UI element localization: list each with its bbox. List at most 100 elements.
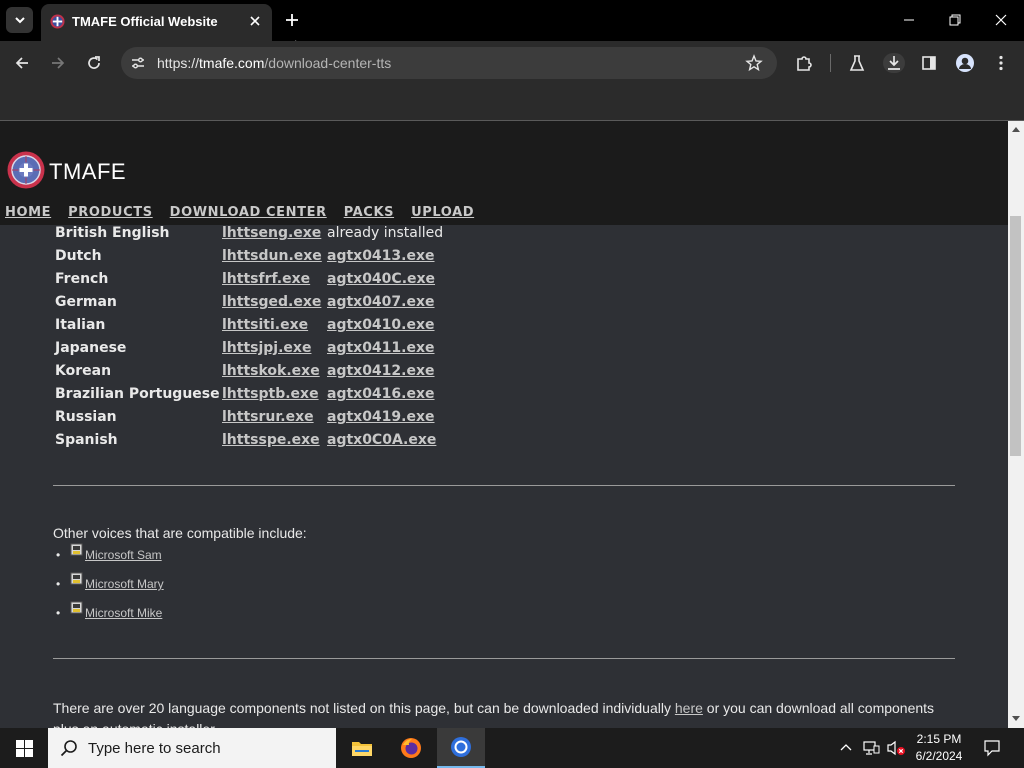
side-panel-button[interactable] <box>919 53 939 73</box>
bookmark-star-icon[interactable] <box>745 54 763 72</box>
agent-download-link[interactable]: agtx0410.exe <box>327 317 435 333</box>
extensions-button[interactable] <box>794 53 814 73</box>
firefox-icon <box>401 738 421 758</box>
close-window-button[interactable] <box>987 8 1015 32</box>
agent-character-icon <box>70 543 83 556</box>
forward-arrow-icon <box>52 57 65 69</box>
show-hidden-icons-chevron-icon[interactable] <box>840 743 852 751</box>
file-explorer-taskbar-button[interactable] <box>338 728 386 768</box>
url-scheme: https:// <box>157 55 200 71</box>
folder-icon <box>352 742 372 756</box>
new-tab-plus-icon[interactable] <box>282 10 302 30</box>
page-scrollbar[interactable] <box>1008 121 1024 728</box>
language-name: Dutch <box>55 248 102 264</box>
nav-link-upload[interactable]: UPLOAD <box>411 205 474 220</box>
url-path: /download-center-tts <box>264 55 392 71</box>
tts-download-link[interactable]: lhttsdun.exe <box>222 248 322 264</box>
site-logo-text[interactable]: TMAFE <box>49 159 126 185</box>
voice-link[interactable]: Microsoft Mike <box>85 606 162 620</box>
back-button[interactable] <box>12 53 32 73</box>
puzzle-icon <box>797 56 812 71</box>
voice-list-item: • Microsoft Mike <box>56 601 162 620</box>
search-icon <box>60 740 77 757</box>
reload-icon <box>88 56 100 69</box>
tts-download-link[interactable]: lhttsrur.exe <box>222 409 314 425</box>
browser-tab[interactable]: TMAFE Official Website <box>41 4 272 41</box>
tts-download-link[interactable]: lhttsfrf.exe <box>222 271 310 287</box>
network-icon[interactable] <box>862 740 880 756</box>
chrome-taskbar-button[interactable] <box>437 728 485 768</box>
language-name: Korean <box>55 363 112 379</box>
taskbar-clock[interactable]: 2:15 PM 6/2/2024 <box>906 731 972 765</box>
nav-link-home[interactable]: HOME <box>5 205 51 220</box>
voice-list-item: • Microsoft Sam <box>56 543 162 562</box>
minimize-icon <box>904 19 914 21</box>
tts-download-link[interactable]: lhttseng.exe <box>222 225 321 241</box>
restore-button[interactable] <box>941 8 969 32</box>
voice-link[interactable]: Microsoft Mary <box>85 577 164 591</box>
download-icon <box>888 56 900 70</box>
agent-download-link[interactable]: agtx0407.exe <box>327 294 435 310</box>
labs-button[interactable] <box>847 53 867 73</box>
tab-search-button[interactable] <box>6 7 33 33</box>
language-name: German <box>55 294 117 310</box>
firefox-taskbar-button[interactable] <box>387 728 435 768</box>
chevron-down-icon <box>14 17 25 24</box>
agent-download-link[interactable]: agtx0C0A.exe <box>327 432 436 448</box>
language-name: Japanese <box>55 340 127 356</box>
scroll-down-arrow-icon[interactable] <box>1012 716 1020 722</box>
installed-status: already installed <box>327 225 444 241</box>
address-bar[interactable]: https://tmafe.com/download-center-tts <box>121 47 777 79</box>
bookmark-bar <box>0 85 1024 121</box>
footer-note: There are over 20 language components no… <box>53 698 953 728</box>
agent-download-link[interactable]: agtx0411.exe <box>327 340 435 356</box>
url-host: tmafe.com <box>199 55 265 71</box>
site-settings-icon[interactable] <box>130 55 146 71</box>
tts-download-link[interactable]: lhttsjpj.exe <box>222 340 311 356</box>
profile-avatar-icon <box>956 54 974 72</box>
menu-button[interactable] <box>991 53 1011 73</box>
nav-link-download-center[interactable]: DOWNLOAD CENTER <box>170 205 327 220</box>
agent-character-icon <box>70 572 83 585</box>
footer-here-link[interactable]: here <box>675 700 703 716</box>
minimize-button[interactable] <box>895 8 923 32</box>
volume-muted-icon[interactable] <box>886 740 906 756</box>
start-button[interactable] <box>0 728 48 768</box>
tts-download-link[interactable]: lhttskok.exe <box>222 363 320 379</box>
browser-title-bar: TMAFE Official Website <box>0 0 1024 56</box>
tts-download-link[interactable]: lhttsged.exe <box>222 294 321 310</box>
agent-download-link[interactable]: agtx0412.exe <box>327 363 435 379</box>
close-icon <box>995 14 1007 26</box>
voice-link[interactable]: Microsoft Sam <box>85 548 162 562</box>
notifications-icon[interactable] <box>983 739 1001 757</box>
url-text[interactable]: https://tmafe.com/download-center-tts <box>157 55 391 71</box>
tts-download-link[interactable]: lhttsspe.exe <box>222 432 320 448</box>
language-name: British English <box>55 225 170 241</box>
nav-link-products[interactable]: PRODUCTS <box>68 205 153 220</box>
site-nav: HOME PRODUCTS DOWNLOAD CENTER PACKS UPLOAD <box>5 203 491 221</box>
nav-link-packs[interactable]: PACKS <box>344 205 394 220</box>
tab-close-icon[interactable] <box>247 13 263 29</box>
language-name: Brazilian Portuguese <box>55 386 220 402</box>
language-name: Russian <box>55 409 117 425</box>
flask-icon <box>849 55 865 71</box>
tts-download-link[interactable]: lhttsiti.exe <box>222 317 308 333</box>
downloads-button[interactable] <box>883 53 905 73</box>
agent-download-link[interactable]: agtx0419.exe <box>327 409 435 425</box>
reload-button[interactable] <box>84 53 104 73</box>
profile-button[interactable] <box>955 53 975 73</box>
taskbar-search-box[interactable]: Type here to search <box>48 728 336 768</box>
search-placeholder: Type here to search <box>88 740 221 757</box>
scrollbar-thumb[interactable] <box>1010 216 1021 456</box>
scroll-up-arrow-icon[interactable] <box>1012 126 1020 132</box>
agent-download-link[interactable]: agtx0413.exe <box>327 248 435 264</box>
tab-title: TMAFE Official Website <box>72 14 218 29</box>
tts-download-link[interactable]: lhttsptb.exe <box>222 386 319 402</box>
tmafe-favicon-icon <box>50 14 65 29</box>
forward-button[interactable] <box>48 53 68 73</box>
tmafe-logo-icon[interactable] <box>7 151 45 189</box>
page-viewport: British English lhttseng.exe already insta… <box>0 121 1008 728</box>
agent-download-link[interactable]: agtx040C.exe <box>327 271 435 287</box>
agent-download-link[interactable]: agtx0416.exe <box>327 386 435 402</box>
voice-list-item: • Microsoft Mary <box>56 572 164 591</box>
